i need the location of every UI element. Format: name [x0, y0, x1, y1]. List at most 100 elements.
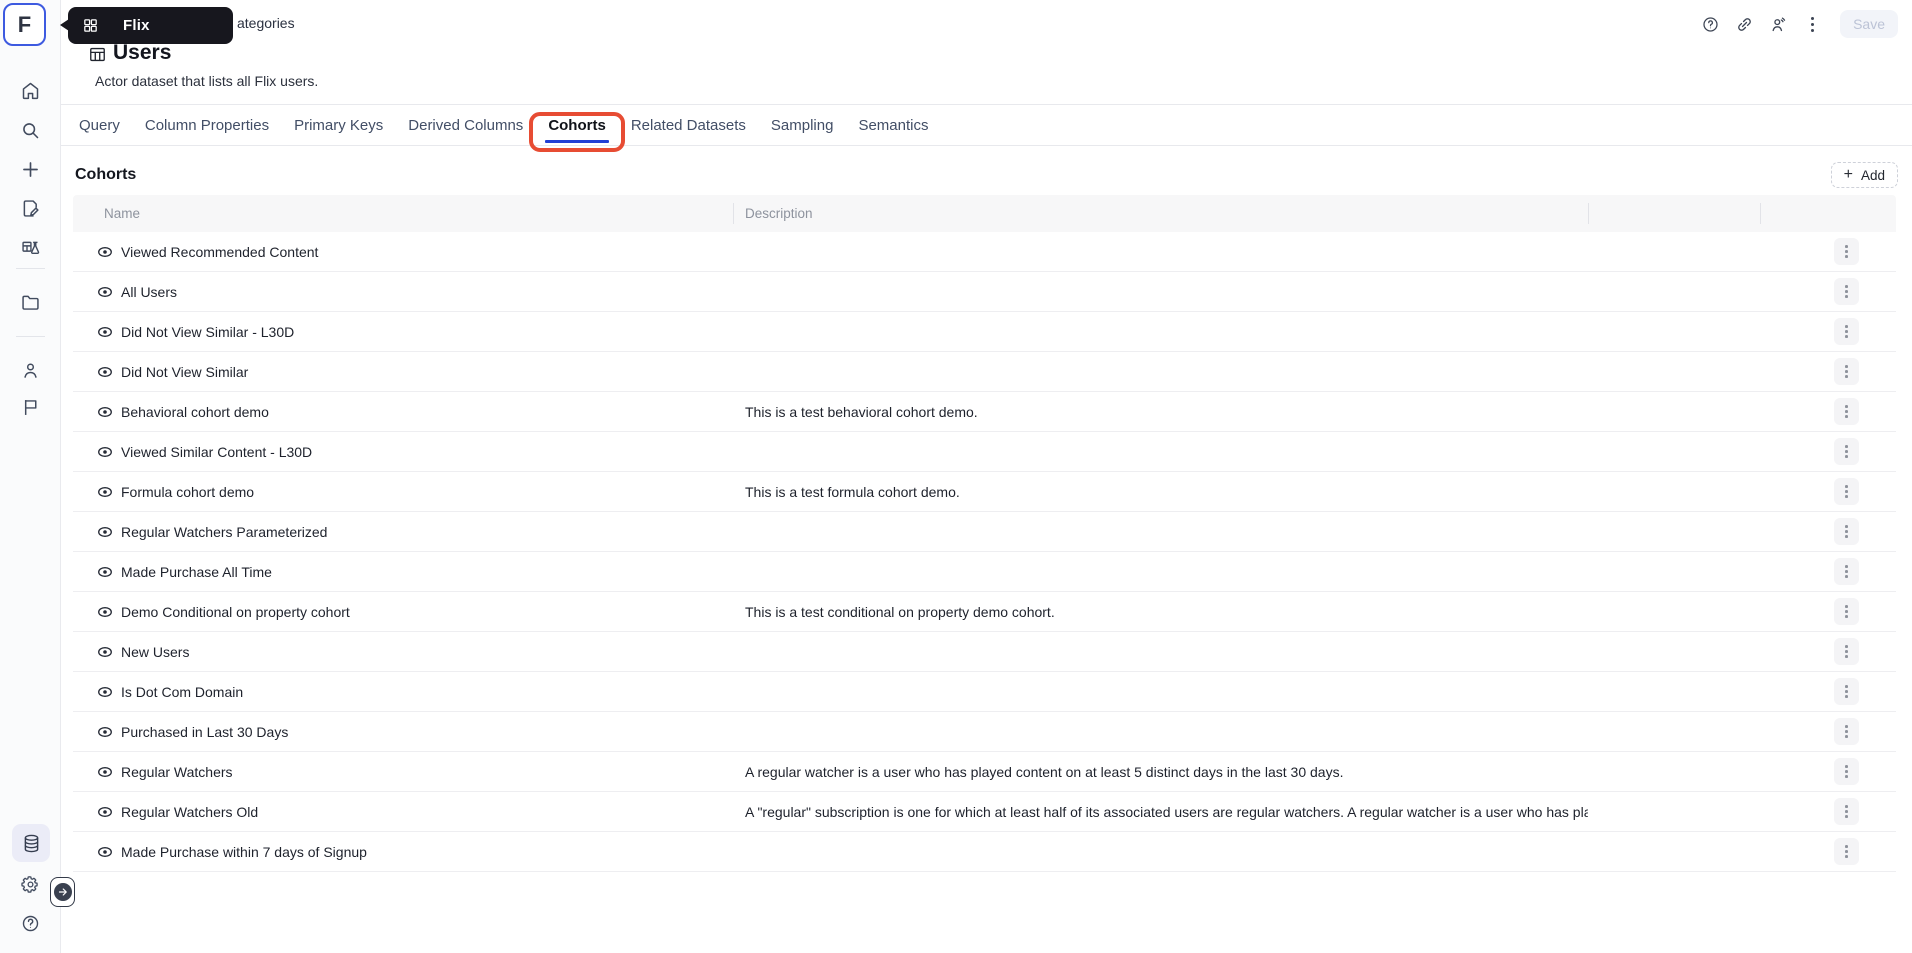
tab-label: Sampling: [770, 116, 834, 134]
cohort-name-cell[interactable]: Purchased in Last 30 Days: [73, 724, 733, 740]
actions-cell: [1760, 318, 1896, 345]
cohort-name-cell[interactable]: Did Not View Similar: [73, 364, 733, 380]
cohort-row[interactable]: Formula cohort demo This is a test formu…: [73, 472, 1896, 512]
cohort-name-cell[interactable]: Behavioral cohort demo: [73, 404, 733, 420]
tab-query[interactable]: Query: [69, 105, 130, 145]
tab-related-datasets[interactable]: Related Datasets: [621, 105, 756, 145]
row-kebab-menu-button[interactable]: [1834, 678, 1859, 705]
row-kebab-menu-button[interactable]: [1834, 838, 1859, 865]
tab-label: Primary Keys: [294, 116, 384, 134]
actions-cell: [1760, 398, 1896, 425]
tab-primary-keys[interactable]: Primary Keys: [284, 105, 393, 145]
cohort-name: Regular Watchers: [121, 763, 233, 780]
tab-semantics[interactable]: Semantics: [848, 105, 938, 145]
cohort-row[interactable]: Is Dot Com Domain: [73, 672, 1896, 712]
cohort-name-cell[interactable]: Demo Conditional on property cohort: [73, 604, 733, 620]
row-kebab-menu-button[interactable]: [1834, 638, 1859, 665]
notebook-edit-icon[interactable]: [0, 196, 61, 220]
row-kebab-menu-button[interactable]: [1834, 398, 1859, 425]
row-kebab-menu-button[interactable]: [1834, 558, 1859, 585]
person-icon[interactable]: [0, 358, 61, 382]
row-kebab-menu-button[interactable]: [1834, 358, 1859, 385]
cohort-row[interactable]: Purchased in Last 30 Days: [73, 712, 1896, 752]
database-icon[interactable]: [12, 824, 50, 862]
cohort-row[interactable]: Viewed Recommended Content: [73, 232, 1896, 272]
save-button[interactable]: Save: [1840, 10, 1898, 38]
row-kebab-menu-button[interactable]: [1834, 318, 1859, 345]
expand-sidebar-button[interactable]: [50, 877, 75, 907]
cohort-name-cell[interactable]: Regular Watchers Old: [73, 804, 733, 820]
tab-bar: Query Column Properties Primary Keys Der…: [61, 104, 1912, 152]
folder-icon[interactable]: [0, 290, 61, 314]
cohort-description: This is a test behavioral cohort demo.: [745, 403, 978, 420]
actions-cell: [1760, 358, 1896, 385]
page-description: Actor dataset that lists all Flix users.: [95, 73, 319, 89]
cohort-row[interactable]: Made Purchase within 7 days of Signup: [73, 832, 1896, 872]
sidebar: F: [0, 0, 61, 953]
cohort-row[interactable]: Did Not View Similar - L30D: [73, 312, 1896, 352]
cohort-name: Did Not View Similar - L30D: [121, 323, 295, 340]
cohort-name: Regular Watchers Old: [121, 803, 259, 820]
add-cohort-button[interactable]: + Add: [1830, 162, 1898, 188]
cohort-name-cell[interactable]: All Users: [73, 284, 733, 300]
cohort-row[interactable]: New Users: [73, 632, 1896, 672]
flag-icon[interactable]: [0, 395, 61, 419]
cohort-name-cell[interactable]: Is Dot Com Domain: [73, 684, 733, 700]
table-flask-icon[interactable]: [0, 236, 61, 260]
cohort-row[interactable]: Did Not View Similar: [73, 352, 1896, 392]
tab-cohorts[interactable]: Cohorts: [529, 105, 625, 152]
cohort-name: Demo Conditional on property cohort: [121, 603, 350, 620]
cohort-row[interactable]: Made Purchase All Time: [73, 552, 1896, 592]
cohort-row[interactable]: Regular Watchers Old A "regular" subscri…: [73, 792, 1896, 832]
cohort-name-cell[interactable]: Made Purchase within 7 days of Signup: [73, 844, 733, 860]
workspace-logo[interactable]: F: [3, 3, 46, 46]
cohort-row[interactable]: Behavioral cohort demo This is a test be…: [73, 392, 1896, 432]
column-header-empty: [1588, 195, 1760, 232]
actions-cell: [1760, 598, 1896, 625]
tab-column-properties[interactable]: Column Properties: [135, 105, 279, 145]
row-kebab-menu-button[interactable]: [1834, 718, 1859, 745]
actions-cell: [1760, 558, 1896, 585]
tab-sampling[interactable]: Sampling: [761, 105, 844, 145]
row-kebab-menu-button[interactable]: [1834, 758, 1859, 785]
row-kebab-menu-button[interactable]: [1834, 238, 1859, 265]
add-button-label: Add: [1860, 167, 1885, 183]
tab-label: Column Properties: [144, 116, 270, 134]
cohort-row[interactable]: Viewed Similar Content - L30D: [73, 432, 1896, 472]
cohort-name: Viewed Recommended Content: [121, 243, 319, 260]
search-icon[interactable]: [0, 118, 61, 142]
cohort-name-cell[interactable]: New Users: [73, 644, 733, 660]
row-kebab-menu-button[interactable]: [1834, 598, 1859, 625]
plus-icon[interactable]: [0, 157, 61, 181]
sidebar-divider: [16, 336, 45, 337]
actions-cell: [1760, 238, 1896, 265]
kebab-menu-icon[interactable]: [1803, 15, 1822, 34]
cohort-row[interactable]: All Users: [73, 272, 1896, 312]
cohort-name-cell[interactable]: Regular Watchers: [73, 764, 733, 780]
users-icon[interactable]: [1769, 15, 1788, 34]
breadcrumb[interactable]: ategories: [237, 15, 295, 31]
cohort-name-cell[interactable]: Did Not View Similar - L30D: [73, 324, 733, 340]
row-kebab-menu-button[interactable]: [1834, 438, 1859, 465]
cohort-name-cell[interactable]: Viewed Recommended Content: [73, 244, 733, 260]
row-kebab-menu-button[interactable]: [1834, 518, 1859, 545]
row-kebab-menu-button[interactable]: [1834, 278, 1859, 305]
cohort-name-cell[interactable]: Viewed Similar Content - L30D: [73, 444, 733, 460]
cohort-name-cell[interactable]: Regular Watchers Parameterized: [73, 524, 733, 540]
link-icon[interactable]: [1735, 15, 1754, 34]
home-icon[interactable]: [0, 78, 61, 102]
cohort-row[interactable]: Regular Watchers Parameterized: [73, 512, 1896, 552]
cohort-row[interactable]: Regular Watchers A regular watcher is a …: [73, 752, 1896, 792]
row-kebab-menu-button[interactable]: [1834, 798, 1859, 825]
help-circle-icon[interactable]: [1701, 15, 1720, 34]
cohort-name: Behavioral cohort demo: [121, 403, 269, 420]
cohort-name: Viewed Similar Content - L30D: [121, 443, 313, 460]
cohorts-table-body: Viewed Recommended Content All Users Did…: [73, 232, 1896, 872]
cohort-row[interactable]: Demo Conditional on property cohort This…: [73, 592, 1896, 632]
tab-derived-columns[interactable]: Derived Columns: [398, 105, 533, 145]
cohort-name-cell[interactable]: Made Purchase All Time: [73, 564, 733, 580]
row-kebab-menu-button[interactable]: [1834, 478, 1859, 505]
cohort-name-cell[interactable]: Formula cohort demo: [73, 484, 733, 500]
eye-icon: [98, 766, 112, 777]
help-icon[interactable]: [0, 911, 61, 935]
